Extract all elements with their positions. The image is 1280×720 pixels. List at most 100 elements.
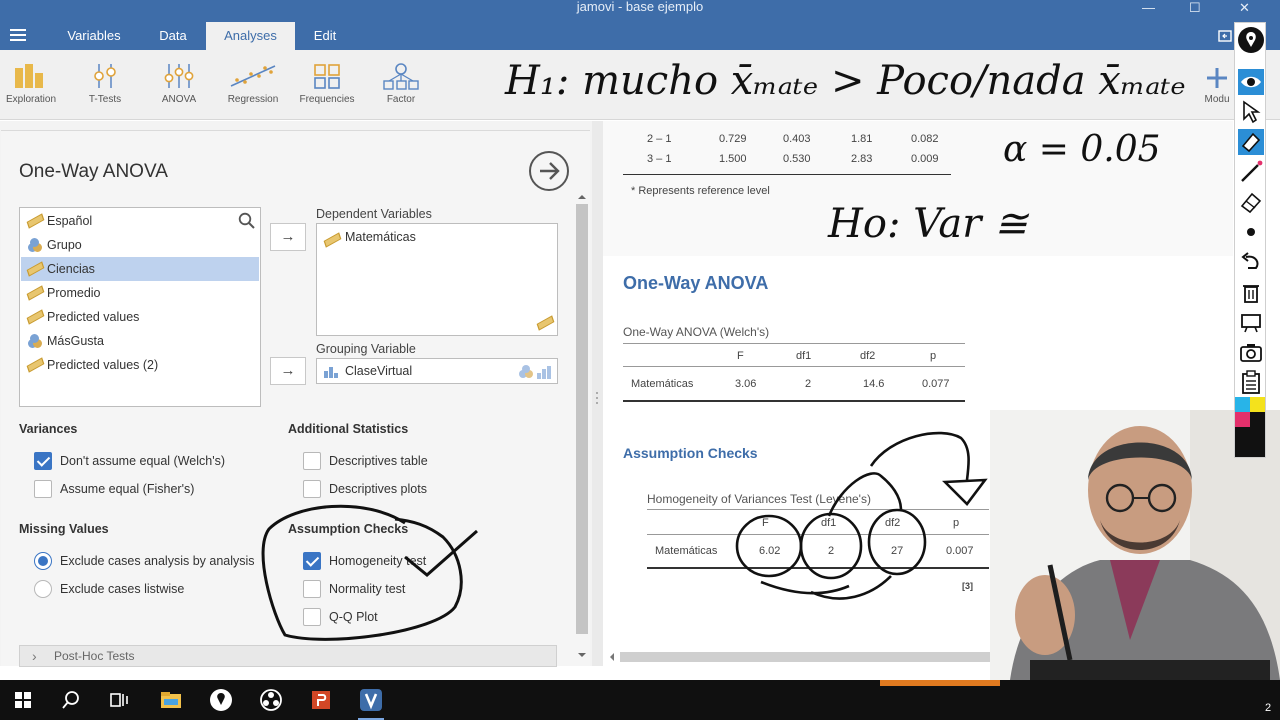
scroll-thumb[interactable] bbox=[620, 652, 1010, 662]
ribbon-exploration[interactable]: Exploration bbox=[0, 62, 66, 105]
menu-icon[interactable] bbox=[10, 29, 26, 41]
ribbon-regression[interactable]: Regression bbox=[218, 62, 288, 105]
continuous-icon bbox=[26, 261, 45, 277]
move-to-dependent-button[interactable]: → bbox=[270, 223, 306, 251]
table-rule bbox=[623, 366, 965, 367]
eye-icon[interactable] bbox=[1238, 69, 1264, 95]
prev-cell: 0.530 bbox=[783, 153, 811, 165]
grouping-variable-box[interactable]: ClaseVirtual bbox=[316, 358, 558, 384]
close-button[interactable]: ✕ bbox=[1239, 0, 1250, 16]
continuous-icon bbox=[323, 232, 342, 248]
exclude-analysis-radio[interactable] bbox=[34, 552, 52, 570]
exclude-listwise-radio[interactable] bbox=[34, 580, 52, 598]
move-to-grouping-button[interactable]: → bbox=[270, 357, 306, 385]
clipboard-icon[interactable] bbox=[1238, 369, 1264, 395]
variable-item-grupo[interactable]: Grupo bbox=[21, 233, 259, 257]
prev-cell: 0.729 bbox=[719, 133, 747, 145]
scroll-left-icon[interactable] bbox=[606, 649, 618, 665]
powerpoint-icon[interactable] bbox=[308, 687, 334, 713]
grouping-variable-item[interactable]: ClaseVirtual bbox=[323, 364, 412, 378]
welch-option[interactable]: Don't assume equal (Welch's) bbox=[34, 452, 225, 470]
ribbon-factor[interactable]: Factor bbox=[366, 62, 436, 105]
task-view-icon[interactable] bbox=[106, 687, 132, 713]
tab-edit[interactable]: Edit bbox=[297, 22, 353, 50]
tab-analyses[interactable]: Analyses bbox=[206, 22, 295, 50]
variable-item-ciencias[interactable]: Ciencias bbox=[21, 257, 259, 281]
handwritten-circle-annotation bbox=[261, 504, 478, 641]
welch-row-variable: Matemáticas bbox=[631, 378, 694, 390]
continuous-icon bbox=[26, 213, 45, 229]
variable-item-predicted-values[interactable]: Predicted values bbox=[21, 305, 259, 329]
obs-icon[interactable] bbox=[258, 687, 284, 713]
nominal-icon bbox=[28, 238, 42, 252]
welch-checkbox[interactable] bbox=[34, 452, 52, 470]
welch-header-df2: df2 bbox=[860, 350, 876, 362]
file-explorer-icon[interactable] bbox=[158, 687, 184, 713]
fisher-option[interactable]: Assume equal (Fisher's) bbox=[34, 480, 194, 498]
run-arrow-button[interactable] bbox=[529, 151, 569, 191]
exclude-analysis-option[interactable]: Exclude cases analysis by analysis bbox=[34, 552, 255, 570]
whiteboard-icon[interactable] bbox=[1238, 309, 1264, 335]
frequencies-icon bbox=[314, 64, 340, 89]
fisher-checkbox[interactable] bbox=[34, 480, 52, 498]
highlighter-icon[interactable] bbox=[1238, 129, 1264, 155]
pen-app-icon[interactable] bbox=[208, 687, 234, 713]
scroll-down-icon[interactable] bbox=[574, 650, 590, 660]
windows-start-icon[interactable] bbox=[10, 687, 36, 713]
eraser-icon[interactable] bbox=[1238, 189, 1264, 215]
post-hoc-tests-section[interactable]: › Post-Hoc Tests bbox=[19, 645, 557, 667]
color-palette-icon[interactable] bbox=[1235, 397, 1265, 457]
windows-taskbar: 2 bbox=[0, 680, 1280, 720]
ribbon-frequencies[interactable]: Frequencies bbox=[292, 62, 362, 105]
exclude-listwise-option[interactable]: Exclude cases listwise bbox=[34, 580, 184, 598]
undo-icon[interactable] bbox=[1238, 249, 1264, 275]
continuous-icon bbox=[26, 285, 45, 301]
trash-icon[interactable] bbox=[1238, 279, 1264, 305]
welch-header-p: p bbox=[930, 350, 937, 362]
dependent-variables-box[interactable]: Matemáticas bbox=[316, 223, 558, 336]
welch-row-f: 3.06 bbox=[735, 378, 757, 390]
panel-toggle-icon[interactable] bbox=[1218, 30, 1232, 42]
ribbon-ttests[interactable]: T-Tests bbox=[70, 62, 140, 105]
nominal-bars-icon bbox=[324, 367, 338, 378]
arrow-right-icon bbox=[540, 162, 560, 180]
panel-divider[interactable] bbox=[592, 121, 603, 666]
minimize-button[interactable]: — bbox=[1142, 0, 1155, 15]
descriptives-table-checkbox[interactable] bbox=[303, 452, 321, 470]
scroll-up-icon[interactable] bbox=[574, 192, 590, 202]
tab-data[interactable]: Data bbox=[140, 22, 206, 50]
clock-fragment: 2 bbox=[1265, 702, 1272, 714]
variable-item-promedio[interactable]: Promedio bbox=[21, 281, 259, 305]
dependent-label: Dependent Variables bbox=[316, 207, 432, 221]
add-module-icon bbox=[1207, 68, 1227, 88]
search-icon[interactable] bbox=[58, 687, 84, 713]
pen-icon[interactable] bbox=[1238, 159, 1264, 185]
ttests-icon bbox=[94, 64, 116, 88]
factor-icon bbox=[383, 63, 419, 90]
dependent-variable-item[interactable]: Matemáticas bbox=[323, 230, 416, 248]
jamovi-icon[interactable] bbox=[358, 687, 384, 713]
additional-statistics-heading: Additional Statistics bbox=[288, 422, 409, 436]
handwritten-hypothesis: H₁: mucho x̄ₘₐₜₑ > Poco/nada x̄ₘₐₜₑ bbox=[505, 58, 1186, 104]
pen-tool-logo-icon[interactable] bbox=[1238, 27, 1264, 53]
regression-icon bbox=[230, 65, 276, 87]
scroll-thumb[interactable] bbox=[576, 204, 588, 634]
maximize-button[interactable]: ☐ bbox=[1189, 0, 1201, 16]
results-horizontal-scrollbar[interactable] bbox=[604, 649, 1024, 665]
variable-item-predicted-values-2[interactable]: Predicted values (2) bbox=[21, 353, 259, 377]
variable-item-masgusta[interactable]: MásGusta bbox=[21, 329, 259, 353]
options-scrollbar[interactable] bbox=[574, 192, 590, 662]
descriptives-table-option[interactable]: Descriptives table bbox=[303, 452, 428, 470]
ribbon-label: Factor bbox=[386, 94, 416, 105]
camera-icon[interactable] bbox=[1238, 339, 1264, 365]
variable-item-espanol[interactable]: Español bbox=[21, 209, 259, 233]
tab-variables[interactable]: Variables bbox=[50, 22, 138, 50]
cursor-icon[interactable] bbox=[1238, 99, 1264, 125]
anova-icon bbox=[164, 64, 194, 88]
welch-row-df1: 2 bbox=[805, 378, 812, 390]
ribbon-anova[interactable]: ANOVA bbox=[144, 62, 214, 105]
prev-cell: 1.500 bbox=[719, 153, 747, 165]
variable-list[interactable]: Español Grupo Ciencias Promedio Predicte… bbox=[19, 207, 261, 407]
dot-size-icon[interactable] bbox=[1238, 219, 1264, 245]
prev-cell: 2.83 bbox=[851, 153, 873, 165]
